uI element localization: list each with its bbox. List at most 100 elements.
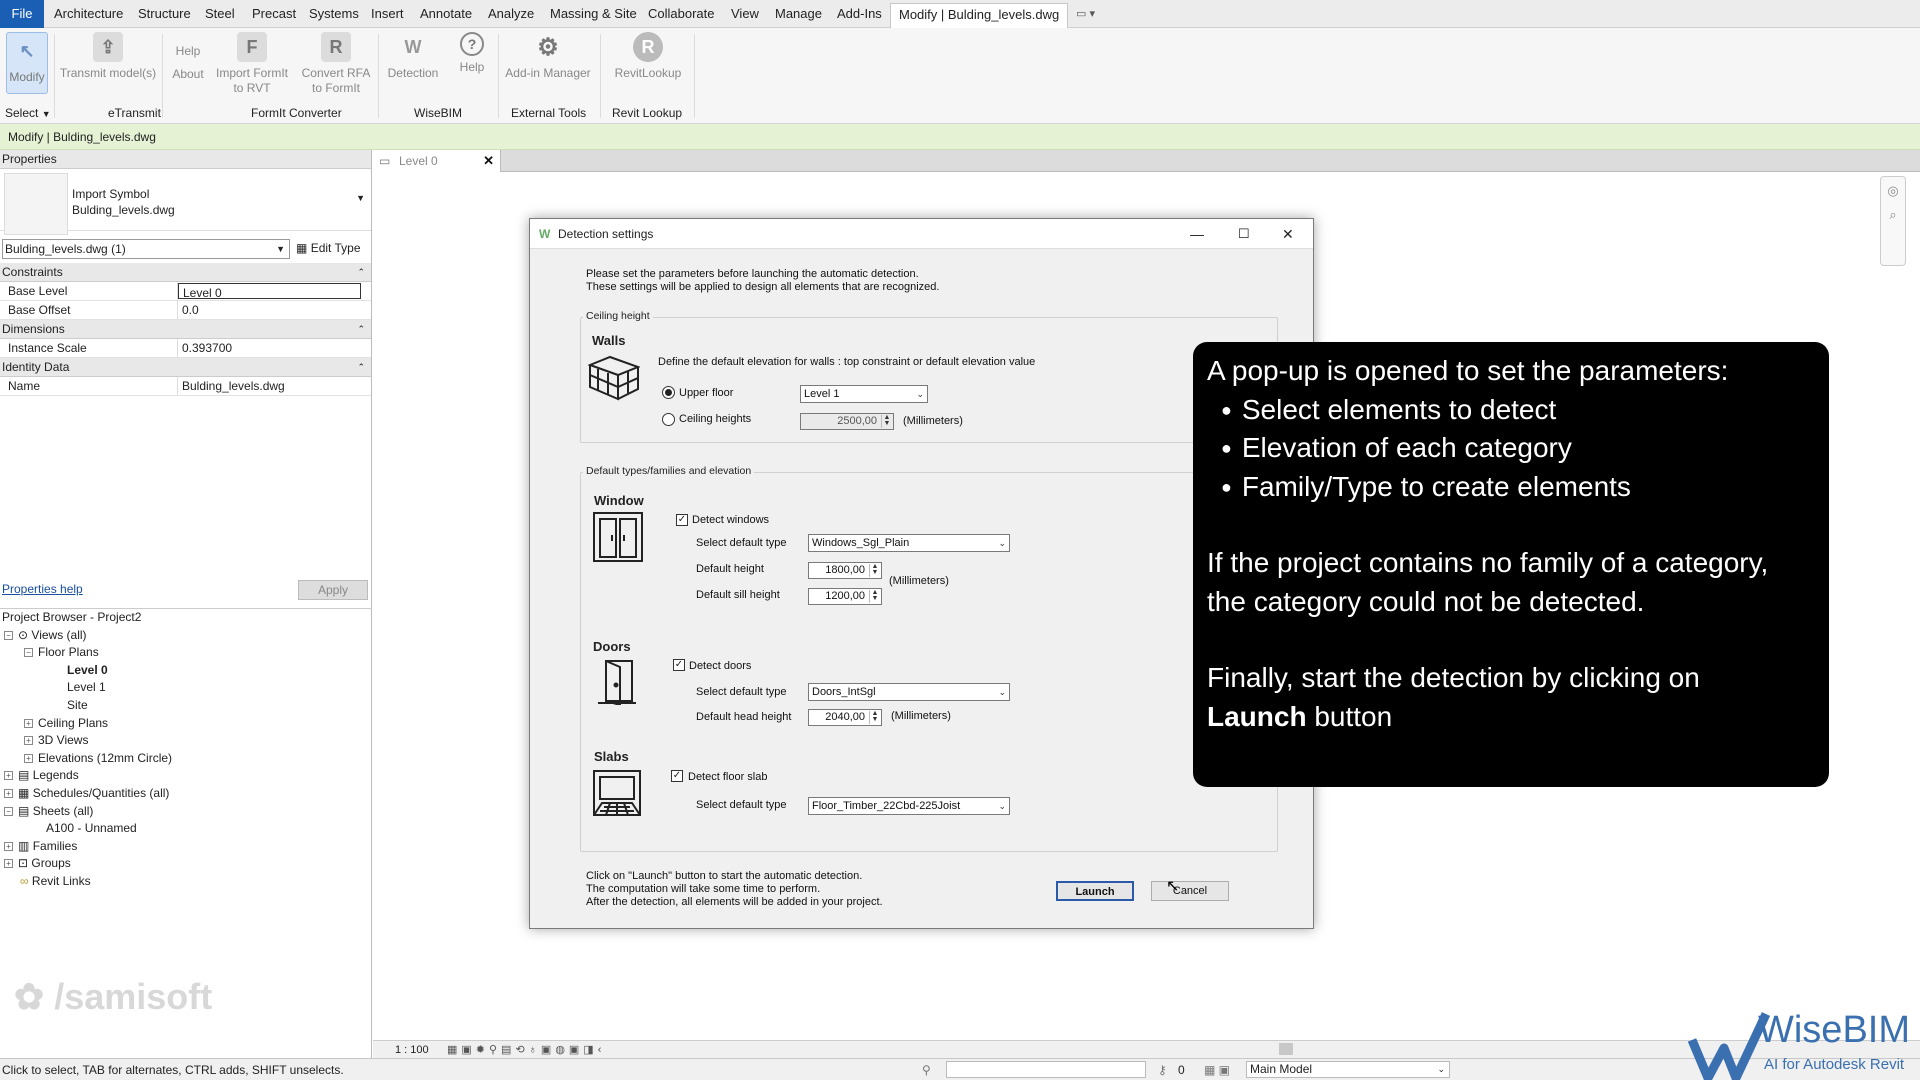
tree-node-revit-links[interactable]: ∞ Revit Links (20, 873, 91, 889)
design-options-icon[interactable]: ▦ ▣ (1204, 1059, 1230, 1081)
group-select[interactable]: Select ▼ (5, 106, 51, 120)
spinner-icon[interactable]: ▲ ▼ (869, 710, 880, 724)
tab-manage[interactable]: Manage (775, 6, 822, 21)
name-input[interactable]: Bulding_levels.dwg (178, 377, 371, 395)
ribbon-divider (498, 34, 499, 118)
zoom-icon[interactable]: ⌕ (1881, 207, 1905, 223)
revitlookup-label: RevitLookup (614, 66, 682, 80)
tree-node-site[interactable]: Site (67, 697, 88, 713)
modify-label: Modify (9, 70, 45, 84)
spinner-icon[interactable]: ▲ ▼ (869, 563, 880, 577)
base-level-input[interactable]: Level 0 (178, 283, 361, 300)
tree-node-sheets[interactable]: − ▤ Sheets (all) (4, 803, 93, 819)
view-control-icons[interactable]: ▦▣✹⚲▤⟲♁▣◍▣◨‹ (447, 1041, 605, 1059)
tab-file[interactable]: File (0, 0, 44, 28)
launch-button[interactable]: Launch (1056, 881, 1134, 901)
upper-floor-radio[interactable] (662, 386, 675, 399)
detection-button[interactable]: W Detection (384, 32, 442, 81)
worksets-icon[interactable]: ⚲ (922, 1059, 931, 1081)
help-top-button[interactable]: Help About (166, 44, 210, 82)
spinner-icon[interactable]: ▲ ▼ (881, 414, 892, 428)
tab-collaborate[interactable]: Collaborate (648, 6, 715, 21)
tree-node-level0[interactable]: Level 0 (67, 662, 108, 678)
spinner-icon[interactable]: ▲ ▼ (869, 589, 880, 603)
convert-rfa-button[interactable]: R Convert RFA to FormIt (298, 32, 374, 96)
ceiling-heights-radio[interactable] (662, 413, 675, 426)
window-type-select[interactable]: Windows_Sgl_Plain ⌄ (808, 534, 1010, 552)
samisoft-watermark: ✿ /samisoft (14, 977, 212, 1017)
type-selector[interactable]: Import Symbol Bulding_levels.dwg ▼ (0, 169, 371, 235)
tab-systems[interactable]: Systems (309, 6, 359, 21)
modify-button[interactable]: ↖ Modify (6, 32, 48, 94)
tree-node-floor-plans[interactable]: − Floor Plans (24, 644, 99, 660)
detect-slab-checkbox[interactable]: ✓ (671, 770, 683, 782)
slab-type-select[interactable]: Floor_Timber_22Cbd-225Joist ⌄ (808, 797, 1010, 815)
maximize-icon[interactable]: ☐ (1238, 219, 1250, 249)
cancel-button[interactable]: Cancel (1151, 881, 1229, 901)
project-browser-title: Project Browser - Project2 (2, 610, 142, 624)
apply-button[interactable]: Apply (298, 580, 368, 600)
overlay-intro: A pop-up is opened to set the parameters… (1207, 355, 1729, 386)
properties-help-link[interactable]: Properties help (2, 582, 83, 596)
tree-node-a100[interactable]: A100 - Unnamed (46, 820, 137, 836)
view-tab-level0[interactable]: ▭ Level 0 ✕ (373, 150, 501, 172)
horizontal-scrollbar-thumb[interactable] (1279, 1043, 1293, 1055)
import-formit-button[interactable]: F Import FormIt to RVT (214, 32, 290, 96)
tab-add-ins[interactable]: Add-Ins (837, 6, 882, 21)
tree-node-ceiling-plans[interactable]: + Ceiling Plans (24, 715, 108, 731)
tab-modify-context[interactable]: Modify | Bulding_levels.dwg (890, 3, 1069, 28)
tab-massing-site[interactable]: Massing & Site (550, 6, 637, 21)
upper-floor-select[interactable]: Level 1 ⌄ (800, 385, 928, 403)
tab-structure[interactable]: Structure (138, 6, 191, 21)
quick-access-dropdown-icon[interactable]: ▭ ▾ (1076, 7, 1095, 20)
chevron-down-icon[interactable]: ▼ (356, 193, 365, 203)
model-select[interactable]: Main Model ⌄ (1246, 1061, 1450, 1078)
group-wisebim: WiseBIM (414, 106, 462, 120)
tab-steel[interactable]: Steel (205, 6, 235, 21)
revitlookup-button[interactable]: R RevitLookup (608, 32, 688, 81)
tree-node-groups[interactable]: + ⊡ Groups (4, 855, 71, 871)
editable-icon[interactable]: ⚷ (1158, 1059, 1167, 1081)
close-icon[interactable]: ✕ (483, 150, 494, 172)
door-head-input[interactable]: 2040,00 ▲ ▼ (808, 709, 882, 726)
tab-architecture[interactable]: Architecture (54, 6, 123, 21)
tree-node-families[interactable]: + ▥ Families (4, 838, 77, 854)
instance-scale-input[interactable]: 0.393700 (178, 339, 371, 357)
edit-type-button[interactable]: ▦ Edit Type (296, 241, 361, 255)
door-type-select[interactable]: Doors_IntSgl ⌄ (808, 683, 1010, 701)
tab-insert[interactable]: Insert (371, 6, 404, 21)
minimize-icon[interactable]: — (1190, 219, 1204, 249)
base-offset-input[interactable]: 0.0 (178, 301, 371, 319)
ceiling-height-input[interactable]: 2500,00 ▲ ▼ (800, 413, 894, 430)
tab-analyze[interactable]: Analyze (488, 6, 534, 21)
detect-windows-checkbox[interactable]: ✓ (676, 514, 688, 526)
instance-filter-row: Bulding_levels.dwg (1) ▼ ▦ Edit Type (0, 239, 371, 263)
addin-manager-label: Add-in Manager (505, 66, 591, 80)
window-sill-input[interactable]: 1200,00 ▲ ▼ (808, 588, 882, 605)
tree-node-elevations[interactable]: + Elevations (12mm Circle) (24, 750, 172, 766)
addin-manager-button[interactable]: ⚙ Add-in Manager (502, 32, 594, 81)
tree-node-legends[interactable]: + ▤ Legends (4, 767, 79, 783)
tab-precast[interactable]: Precast (252, 6, 296, 21)
navigation-bar[interactable]: ◎ ⌕ (1880, 176, 1906, 266)
section-identity[interactable]: Identity Data ⌃ (0, 358, 371, 377)
tree-node-views[interactable]: − ⊙ Views (all) (4, 627, 87, 643)
tree-node-level1[interactable]: Level 1 (67, 679, 106, 695)
help-button[interactable]: ? Help (450, 32, 494, 75)
steering-wheel-icon[interactable]: ◎ (1881, 183, 1905, 199)
walls-description: Define the default elevation for walls :… (658, 356, 1036, 368)
close-icon[interactable]: ✕ (1282, 219, 1294, 249)
instance-filter-select[interactable]: Bulding_levels.dwg (1) ▼ (2, 239, 290, 259)
view-scale[interactable]: 1 : 100 (395, 1041, 429, 1059)
window-height-input[interactable]: 1800,00 ▲ ▼ (808, 562, 882, 579)
section-constraints[interactable]: Constraints ⌃ (0, 263, 371, 282)
detect-doors-checkbox[interactable]: ✓ (673, 659, 685, 671)
tree-node-3d-views[interactable]: +3D Views (24, 732, 88, 748)
about-label[interactable]: About (166, 67, 210, 82)
tree-node-schedules[interactable]: + ▦ Schedules/Quantities (all) (4, 785, 169, 801)
section-dimensions[interactable]: Dimensions ⌃ (0, 320, 371, 339)
tab-view[interactable]: View (731, 6, 759, 21)
tab-annotate[interactable]: Annotate (420, 6, 472, 21)
workset-select[interactable] (946, 1061, 1146, 1078)
transmit-models-button[interactable]: ⇪ Transmit model(s) (58, 32, 158, 81)
